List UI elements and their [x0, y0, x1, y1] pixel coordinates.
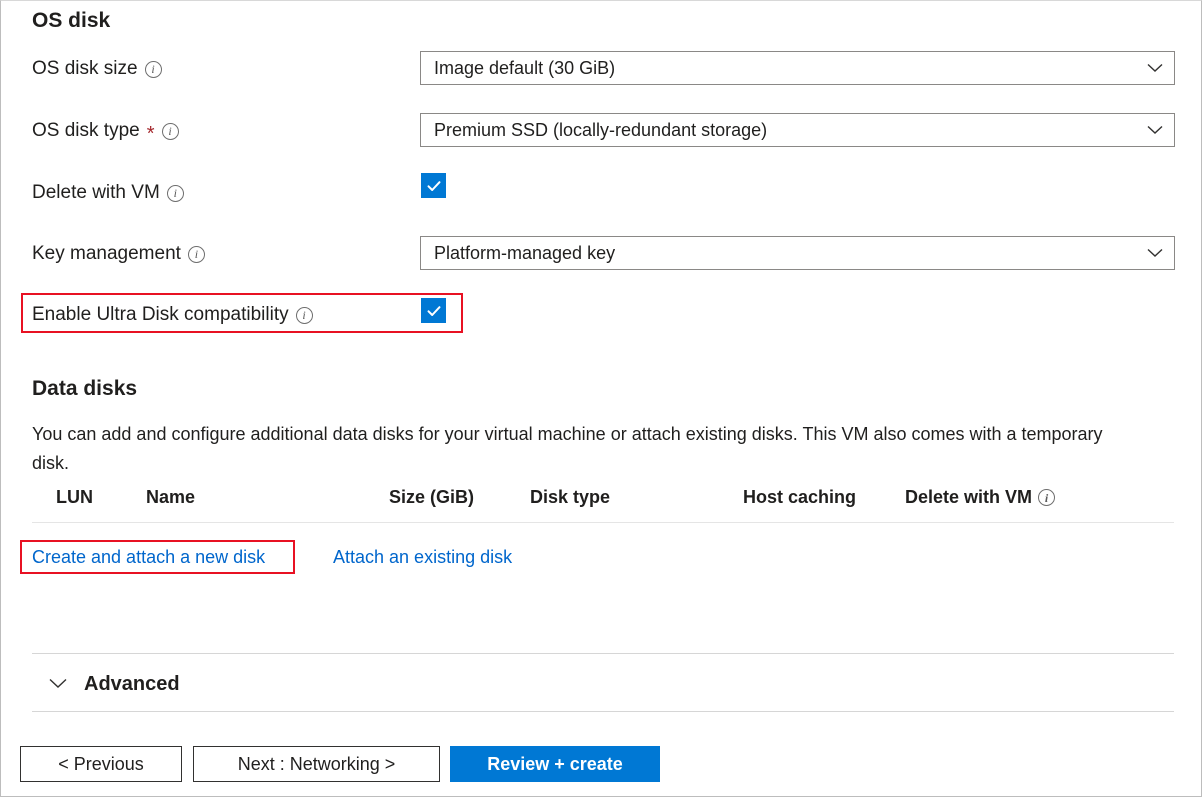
os-disk-type-dropdown[interactable]: Premium SSD (locally-redundant storage) [420, 113, 1175, 147]
os-disk-type-label-text: OS disk type [32, 120, 140, 141]
chevron-down-icon [1147, 125, 1163, 135]
column-header-lun: LUN [56, 487, 93, 507]
os-disk-size-dropdown[interactable]: Image default (30 GiB) [420, 51, 1175, 85]
enable-ultra-disk-label: Enable Ultra Disk compatibility i [32, 304, 313, 326]
os-disk-type-value: Premium SSD (locally-redundant storage) [434, 119, 768, 140]
column-header-host-caching: Host caching [743, 487, 857, 507]
key-management-label-text: Key management [32, 243, 181, 264]
previous-button[interactable]: < Previous [20, 746, 182, 782]
os-disk-type-label: OS disk type * i [32, 120, 179, 145]
column-header-size: Size (GiB) [389, 487, 475, 507]
key-management-value: Platform-managed key [434, 242, 616, 263]
advanced-accordion-label: Advanced [84, 673, 180, 695]
disks-configuration-pane: OS disk OS disk size i Image default (30… [0, 0, 1202, 797]
os-disk-size-label-text: OS disk size [32, 58, 138, 79]
info-icon[interactable]: i [1038, 489, 1056, 506]
delete-with-vm-checkbox[interactable] [421, 173, 446, 198]
info-icon[interactable]: i [295, 306, 313, 324]
required-asterisk: * [146, 123, 155, 145]
next-networking-button[interactable]: Next : Networking > [193, 746, 440, 782]
delete-with-vm-label: Delete with VM i [32, 182, 184, 204]
create-and-attach-new-disk-link[interactable]: Create and attach a new disk [32, 547, 265, 568]
chevron-down-icon [1147, 248, 1163, 258]
os-disk-section-title: OS disk [32, 9, 111, 32]
os-disk-size-value: Image default (30 GiB) [434, 57, 616, 78]
column-header-disk-type: Disk type [530, 487, 611, 507]
column-header-delete-with-vm-text: Delete with VM [905, 487, 1033, 507]
enable-ultra-disk-label-text: Enable Ultra Disk compatibility [32, 304, 289, 325]
data-disks-description: You can add and configure additional dat… [32, 424, 1103, 473]
info-icon[interactable]: i [144, 60, 162, 78]
key-management-label: Key management i [32, 243, 205, 265]
delete-with-vm-label-text: Delete with VM [32, 182, 160, 203]
enable-ultra-disk-checkbox[interactable] [421, 298, 446, 323]
check-icon [427, 305, 440, 316]
advanced-accordion-toggle[interactable]: Advanced [49, 673, 180, 696]
review-create-button[interactable]: Review + create [450, 746, 660, 782]
data-disks-section-title: Data disks [32, 377, 138, 400]
advanced-bottom-divider [32, 711, 1174, 712]
column-header-name: Name [146, 487, 196, 507]
info-icon[interactable]: i [187, 245, 205, 263]
attach-existing-disk-link[interactable]: Attach an existing disk [333, 547, 512, 568]
chevron-down-icon [49, 676, 67, 694]
chevron-down-icon [1147, 63, 1163, 73]
os-disk-size-label: OS disk size i [32, 58, 162, 80]
column-header-delete-with-vm: Delete with VM i [905, 487, 1056, 508]
info-icon[interactable]: i [166, 184, 184, 202]
advanced-top-divider [32, 653, 1174, 654]
key-management-dropdown[interactable]: Platform-managed key [420, 236, 1175, 270]
check-icon [427, 180, 440, 191]
table-header-divider [32, 522, 1174, 523]
info-icon[interactable]: i [161, 122, 179, 140]
